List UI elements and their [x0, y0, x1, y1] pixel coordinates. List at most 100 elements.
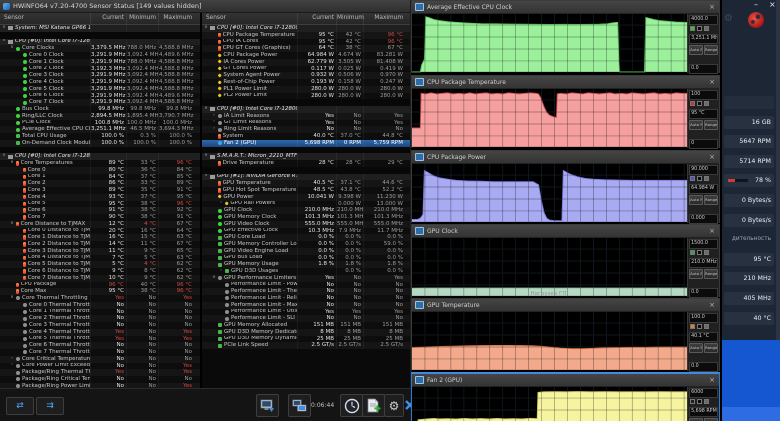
sensor-row[interactable]: › IA Limit Reasons Yes No Yes [202, 112, 410, 120]
sensor-row[interactable]: GT Cores Power 0.117 W 0.025 W 0.419 W [202, 65, 410, 73]
collapse-arrow-icon[interactable]: ∨ [203, 106, 209, 113]
sensor-row[interactable]: PL2 Power Limit 280.0 W 280.0 W 280.0 W [202, 92, 410, 100]
range-button[interactable]: Range [704, 269, 718, 279]
sensor-row[interactable]: Core 4 Clock 3,291.9 MHz3,092.4 MHz4,588.… [0, 79, 200, 86]
range-button[interactable]: Range [704, 343, 718, 353]
move-values-button[interactable]: ⇉ [36, 397, 64, 415]
sensor-row[interactable]: Performance Limit - Power No No No [202, 281, 410, 289]
background-color-swatch[interactable] [697, 324, 703, 329]
sensor-row[interactable]: CPU IA Cores 95 °C 42 °C 96 °C [202, 38, 410, 46]
sensor-row[interactable]: Package/Ring Thermal ThrottlingYesNoYes [0, 369, 200, 376]
graph-window-cpu-package-power[interactable]: CPU Package Power × 90.000 64.984 W Auto… [411, 150, 720, 224]
window-titlebar[interactable]: HWiNFO64 v7.20-4700 Sensor Status [149 v… [0, 0, 410, 13]
sensor-row[interactable]: › GPU Rail Powers 0.000 W 13.000 W [202, 200, 410, 208]
range-button[interactable]: Range [704, 45, 718, 55]
sensor-row[interactable]: Core 6 Clock 3,291.9 MHz3,092.4 MHz4,489.… [0, 92, 200, 100]
graph-titlebar[interactable]: CPU Package Power × [412, 151, 719, 164]
sensor-row[interactable]: ∨ Core Thermal Throttling Yes No Yes [0, 295, 200, 302]
sensor-row[interactable]: Core 2 Thermal ThrottlingNoNoNo [0, 315, 200, 322]
sensor-row[interactable]: Core 4 Distance to TjMAX7 °C5 °C63 °C [0, 254, 200, 262]
sensor-row[interactable]: CPU Package Temperature 95 °C 42 °C 96 °C [202, 31, 410, 39]
sensor-row[interactable]: Core 7 Thermal ThrottlingNoNoNo [0, 349, 200, 356]
sensor-row[interactable]: GPU D3D Memory Dynamic 25 MB 25 MB 25 MB [202, 335, 410, 343]
sensor-row[interactable]: Core 6 Distance to TjMAX9 °C8 °C62 °C [0, 268, 200, 275]
column-current[interactable]: Current [297, 13, 336, 24]
scale-max-value[interactable]: 1500.0 [689, 239, 718, 249]
column-header-row[interactable]: Sensor Current Minimum Maximum [202, 13, 410, 25]
sensor-row[interactable]: GPU Bus Load 0.0 % 0.0 % 0.0 % [202, 254, 410, 262]
background-color-swatch[interactable] [697, 26, 703, 31]
scale-min-value[interactable]: 0.0 [689, 288, 718, 298]
background-color-swatch[interactable] [697, 176, 703, 181]
sensor-row[interactable]: GPU Power 10.041 W 9.398 W 11.230 W [202, 193, 410, 201]
expand-arrow-icon[interactable]: › [9, 356, 15, 363]
graph-window-average-effective-cpu-clock[interactable]: Average Effective CPU Clock × 4000.0 3,2… [411, 0, 720, 74]
expand-arrow-icon[interactable]: › [211, 113, 217, 120]
sensor-row[interactable]: Core 0 80 °C 36 °C 84 °C [0, 166, 200, 174]
sensor-row[interactable]: Core 1 Distance to TjMAX16 °C15 °C63 °C [0, 234, 200, 241]
sensor-row[interactable]: Core 0 Clock 3,291.9 MHz3,092.4 MHz4,489.… [0, 52, 200, 59]
grid-color-swatch[interactable] [704, 26, 710, 31]
scale-min-value[interactable]: 0.0 [689, 362, 718, 372]
close-icon[interactable]: × [708, 3, 716, 11]
series-color-swatch[interactable] [690, 399, 696, 404]
sensor-row[interactable]: Core 3 Thermal ThrottlingNoNoNo [0, 322, 200, 329]
series-color-swatch[interactable] [690, 26, 696, 31]
sensor-row[interactable]: Rest-of-Chip Power 0.193 W 0.158 W 0.247 W [202, 79, 410, 86]
background-color-swatch[interactable] [697, 101, 703, 106]
grid-color-swatch[interactable] [704, 101, 710, 106]
sensor-group-row[interactable]: ∨ CPU [#0]: Intel Core i7-12800H [0, 38, 200, 46]
sensor-row[interactable]: Core 3 Clock 3,291.9 MHz3,092.4 MHz4,588.… [0, 72, 200, 79]
series-color-swatch[interactable] [690, 176, 696, 181]
sensor-row[interactable]: GPU Memory Controller Load 0.0 % 0.0 % 59.0… [202, 241, 410, 248]
sensor-row[interactable]: GPU D3D Memory Dedicated 8 MB 8 MB 8 MB [202, 328, 410, 336]
sensor-row[interactable]: Performance Limit - Reliability VoltageN… [202, 295, 410, 302]
column-minimum[interactable]: Minimum [126, 13, 158, 24]
collapse-arrow-icon[interactable]: ∨ [1, 25, 7, 32]
collapse-arrow-icon[interactable]: ∨ [203, 174, 209, 181]
sensor-row[interactable]: GPU Hot Spot Temperature 48.5 °C 43.8 °C 52… [202, 187, 410, 194]
close-icon[interactable]: × [708, 301, 716, 309]
sensor-row[interactable]: PL1 Power Limit 280.0 W 280.0 W 280.0 W [202, 85, 410, 93]
sensor-row[interactable]: Ring/LLC Clock 2,894.5 MHz1,895.4 MHz3,79… [0, 112, 200, 120]
sensor-row[interactable]: Total CPU Usage 100.0 % 0.3 % 100.0 % [0, 133, 200, 140]
column-minimum[interactable]: Minimum [336, 13, 364, 24]
sensor-row[interactable]: Core 3 89 °C 35 °C 91 °C [0, 187, 200, 194]
sensor-row[interactable]: GPU Clock210.0 MHz210.0 MHz210.0 MHz [202, 207, 410, 214]
sensor-row[interactable]: Core 7 Distance to TjMAX10 °C9 °C62 °C [0, 274, 200, 282]
sensor-row[interactable]: Bus Clock 99.8 MHz 99.8 MHz 99.8 MHz [0, 106, 200, 113]
column-maximum[interactable]: Maximum [363, 13, 410, 24]
grid-color-swatch[interactable] [704, 250, 710, 255]
collapse-arrow-icon[interactable]: ∨ [9, 160, 15, 167]
sensor-row[interactable]: Fan 2 (GPU) 5,698 RPM 0 RPM 5,759 RPM [202, 139, 410, 147]
sensor-row[interactable]: Performance Limit - Max Operating Voltag… [202, 301, 410, 309]
sensor-row[interactable]: ∨ Core Temperatures 89 °C 33 °C 96 °C [0, 160, 200, 167]
auto-fit-button[interactable]: Auto Fit [689, 195, 704, 205]
sensor-row[interactable]: CPU Package Power 64.984 W 4.674 W 83.281 W [202, 52, 410, 59]
collapse-arrow-icon[interactable]: ∨ [203, 153, 209, 160]
swap-columns-button[interactable]: ⇄ [6, 397, 34, 415]
graph-titlebar[interactable]: GPU Temperature × [412, 299, 719, 312]
auto-fit-button[interactable]: Auto Fit [689, 269, 704, 279]
collapse-arrow-icon[interactable]: ∨ [1, 153, 7, 160]
graph-window-fan-2-gpu-[interactable]: Fan 2 (GPU) × 6000 5,698 RPM [411, 372, 720, 421]
close-icon[interactable]: × [708, 153, 716, 161]
sensor-row[interactable]: CPU GT Cores (Graphics) 64 °C 38 °C 67 °C [202, 45, 410, 52]
sensor-row[interactable]: Drive Temperature 28 °C 28 °C 29 °C [202, 160, 410, 167]
sensor-row[interactable]: Core 2 86 °C 33 °C 89 °C [0, 180, 200, 187]
sensor-row[interactable]: GPU Core Load 0.0 % 0.0 % 0.0 % [202, 234, 410, 241]
series-color-swatch[interactable] [690, 324, 696, 329]
sensor-group-row[interactable]: ∨ CPU [#0]: Intel Core i7-12800H: DTS [0, 153, 200, 160]
expand-arrow-icon[interactable]: › [9, 363, 15, 370]
sensor-row[interactable]: GPU Video Engine Load 0.0 % 0.0 % 0.0 % [202, 247, 410, 255]
sensor-row[interactable]: Core 6 Thermal ThrottlingNoNoNo [0, 342, 200, 349]
sensor-row[interactable]: Core 0 Thermal ThrottlingNoNoNo [0, 301, 200, 309]
sensor-row[interactable]: PCIe Clock 100.8 MHz 100.0 MHz 100.0 MHz [0, 119, 200, 127]
scale-max-value[interactable]: 100.0 [689, 313, 718, 323]
series-color-swatch[interactable] [690, 101, 696, 106]
sensor-row[interactable]: Core 5 Distance to TjMAX5 °C4 °C62 °C [0, 261, 200, 268]
range-button[interactable]: Range [704, 195, 718, 205]
sensor-row[interactable]: Core 2 Distance to TjMAX14 °C11 °C67 °C [0, 241, 200, 248]
sensor-row[interactable]: Core 4 93 °C 37 °C 95 °C [0, 193, 200, 201]
sensor-group-row[interactable]: ∨ CPU [#0]: Intel Core i7-12800H: Enhance… [202, 25, 410, 32]
